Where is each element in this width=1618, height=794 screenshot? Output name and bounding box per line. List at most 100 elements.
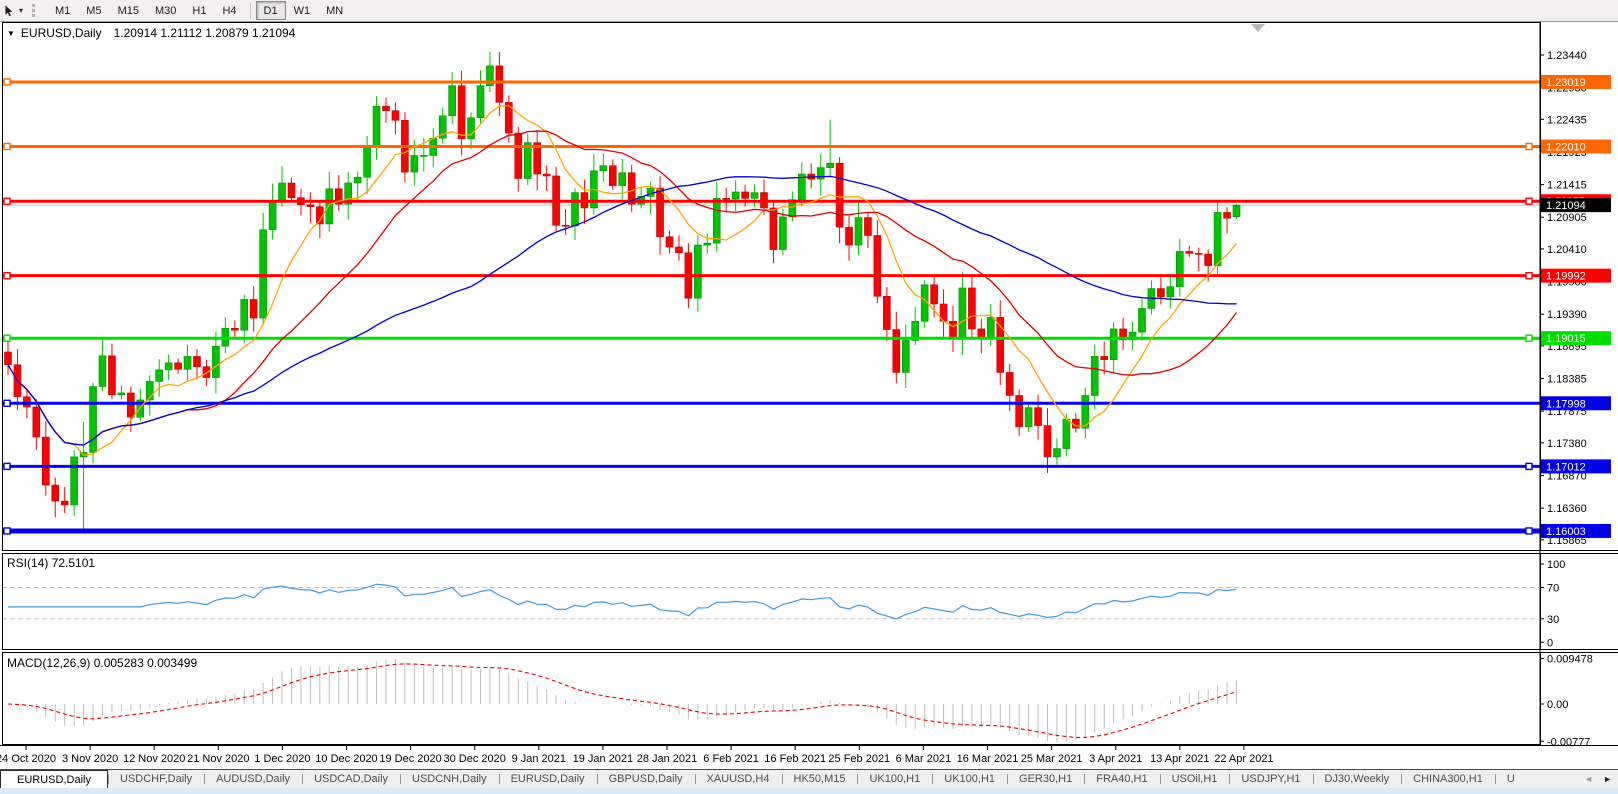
toolbar-grip[interactable] [32, 4, 38, 17]
tab-ger30-h1[interactable]: GER30,H1 [1007, 770, 1084, 788]
svg-text:1.18385: 1.18385 [1547, 374, 1587, 386]
hline-right-handle [1525, 334, 1533, 342]
svg-text:1.23440: 1.23440 [1547, 50, 1587, 62]
hline-price-badge: 1.16003 [1541, 523, 1611, 538]
hline-left-handle [3, 334, 11, 342]
svg-text:1.22010: 1.22010 [1546, 142, 1586, 154]
svg-text:1.20410: 1.20410 [1547, 244, 1587, 256]
timeframe-h4[interactable]: H4 [214, 1, 244, 20]
current-price-badge: 1.21094 [1541, 198, 1611, 213]
tab-scroll-left-icon[interactable]: ◄ [1584, 774, 1593, 784]
svg-text:70: 70 [1547, 582, 1559, 594]
timeframe-w1[interactable]: W1 [286, 1, 319, 20]
svg-text:22 Apr 2021: 22 Apr 2021 [1214, 753, 1273, 765]
svg-text:1.16360: 1.16360 [1547, 503, 1587, 515]
hline-right-handle [1525, 142, 1533, 151]
symbol-tabbar: EURUSD,Daily USDCHF,Daily AUDUSD,Daily U… [0, 769, 1618, 788]
svg-text:0.009478: 0.009478 [1547, 654, 1593, 666]
tab-usdcad-daily[interactable]: USDCAD,Daily [302, 770, 400, 788]
hline-price-badge: 1.19015 [1541, 331, 1611, 346]
svg-text:1.19015: 1.19015 [1546, 333, 1586, 345]
hline-price-badge: 1.23019 [1541, 74, 1611, 89]
svg-text:1.22435: 1.22435 [1547, 114, 1587, 126]
tab-uk100-h1-2[interactable]: UK100,H1 [932, 770, 1007, 788]
timeframe-mn[interactable]: MN [318, 1, 351, 20]
svg-text:3 Apr 2021: 3 Apr 2021 [1089, 753, 1142, 765]
svg-text:19 Dec 2020: 19 Dec 2020 [379, 753, 441, 765]
timeframe-d1[interactable]: D1 [255, 1, 286, 20]
svg-text:1.21415: 1.21415 [1547, 180, 1587, 192]
toolbar-separator [249, 2, 251, 19]
tab-fra40-h1[interactable]: FRA40,H1 [1084, 770, 1159, 788]
hline-right-handle [1525, 271, 1533, 280]
dropdown-caret-icon[interactable]: ▾ [19, 6, 23, 15]
svg-text:100: 100 [1547, 559, 1565, 571]
tab-xauusd-h4[interactable]: XAUUSD,H4 [694, 770, 782, 788]
hline-left-handle [3, 271, 11, 280]
hline-left-handle [3, 142, 11, 151]
svg-text:10 Dec 2020: 10 Dec 2020 [315, 753, 377, 765]
svg-text:1.21094: 1.21094 [1546, 200, 1586, 212]
hline-1.16003[interactable] [2, 527, 1540, 535]
hline-right-handle [1525, 197, 1533, 205]
ohlc-readout: 1.20914 1.21112 1.20879 1.21094 [113, 26, 296, 40]
svg-text:30 Dec 2020: 30 Dec 2020 [444, 753, 506, 765]
status-strip [0, 788, 1618, 794]
svg-text:3 Nov 2020: 3 Nov 2020 [62, 753, 118, 765]
timeframe-m30[interactable]: M30 [147, 1, 184, 20]
svg-text:21 Nov 2020: 21 Nov 2020 [187, 753, 249, 765]
timeframe-m5[interactable]: M5 [78, 1, 109, 20]
tab-usdjpy-h1[interactable]: USDJPY,H1 [1229, 770, 1312, 788]
tab-partial[interactable]: U [1494, 770, 1527, 788]
svg-text:1 Dec 2020: 1 Dec 2020 [254, 753, 310, 765]
svg-text:28 Jan 2021: 28 Jan 2021 [637, 753, 698, 765]
svg-text:-0.00777: -0.00777 [1547, 736, 1590, 748]
chart-canvas[interactable]: 1.234401.229301.224351.219251.214151.209… [0, 0, 1618, 794]
svg-text:0: 0 [1547, 637, 1553, 649]
terminal-window: ▾ M1 M5 M15 M30 H1 H4 D1 W1 MN 1.23440 1.… [0, 0, 1618, 794]
hline-price-badge: 1.17012 [1541, 459, 1611, 474]
svg-text:1.17380: 1.17380 [1547, 438, 1587, 450]
tab-gbpusd-daily[interactable]: GBPUSD,Daily [596, 770, 695, 788]
svg-text:9 Jan 2021: 9 Jan 2021 [512, 753, 566, 765]
chart-symbol-label: EURUSD,Daily [20, 26, 102, 40]
hline-price-badge: 1.17998 [1541, 396, 1611, 411]
hline-left-handle [3, 399, 11, 407]
svg-text:25 Mar 2021: 25 Mar 2021 [1021, 753, 1083, 765]
hline-left-handle [3, 462, 11, 471]
tab-eurusd-daily-2[interactable]: EURUSD,Daily [498, 770, 597, 788]
svg-text:16 Feb 2021: 16 Feb 2021 [764, 753, 826, 765]
cursor-tool-button[interactable]: ▾ [0, 1, 26, 20]
timeframe-m15[interactable]: M15 [110, 1, 147, 20]
svg-text:0.00: 0.00 [1547, 699, 1568, 711]
tab-scroll-right-icon[interactable]: ► [1603, 774, 1612, 784]
tab-usdcnh-daily[interactable]: USDCNH,Daily [400, 770, 499, 788]
hline-price-badge: 1.19992 [1541, 268, 1611, 283]
tab-hk50-m15[interactable]: HK50,M15 [781, 770, 858, 788]
macd-indicator-label: MACD(12,26,9) 0.005283 0.003499 [7, 656, 198, 670]
svg-text:25 Feb 2021: 25 Feb 2021 [828, 753, 890, 765]
chart-title: ▼ EURUSD,Daily 1.20914 1.21112 1.20879 1… [7, 26, 295, 40]
svg-text:6 Mar 2021: 6 Mar 2021 [896, 753, 952, 765]
top-toolbar: ▾ M1 M5 M15 M30 H1 H4 D1 W1 MN [0, 0, 1618, 22]
tab-uk100-h1[interactable]: UK100,H1 [857, 770, 932, 788]
tab-dj30-weekly[interactable]: DJ30,Weekly [1312, 770, 1402, 788]
tab-usoil-h1[interactable]: USOil,H1 [1159, 770, 1230, 788]
hline-left-handle [3, 527, 11, 535]
svg-text:1.19390: 1.19390 [1547, 309, 1587, 321]
svg-text:13 Apr 2021: 13 Apr 2021 [1150, 753, 1209, 765]
timeframe-h1[interactable]: H1 [184, 1, 214, 20]
svg-text:19 Jan 2021: 19 Jan 2021 [573, 753, 634, 765]
svg-text:6 Feb 2021: 6 Feb 2021 [703, 753, 759, 765]
collapse-arrow-icon[interactable]: ▼ [7, 29, 15, 38]
hline-left-handle [3, 197, 11, 205]
tab-audusd-daily[interactable]: AUDUSD,Daily [204, 770, 302, 788]
svg-text:1.17012: 1.17012 [1546, 461, 1586, 473]
hline-right-handle [1525, 462, 1533, 471]
tab-usdchf-daily[interactable]: USDCHF,Daily [107, 770, 204, 788]
tab-eurusd-daily[interactable]: EURUSD,Daily [0, 770, 108, 788]
rsi-indicator-label: RSI(14) 72.5101 [7, 556, 96, 570]
tab-china300-h1[interactable]: CHINA300,H1 [1401, 770, 1495, 788]
svg-text:1.23019: 1.23019 [1546, 77, 1586, 89]
timeframe-m1[interactable]: M1 [47, 1, 78, 20]
